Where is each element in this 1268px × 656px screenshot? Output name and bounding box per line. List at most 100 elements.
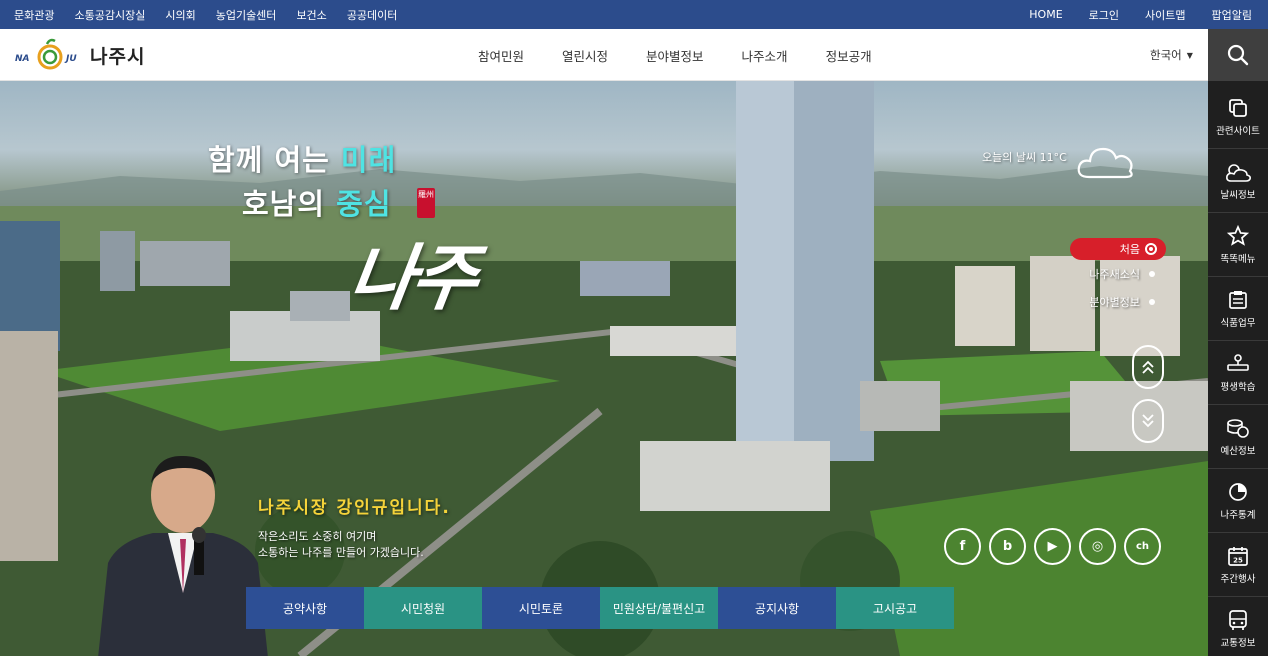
logo-emblem-icon: NA JU: [14, 37, 86, 73]
hero-visual: 함께 여는 미래 호남의 중심 羅州 나주 오늘의 날씨 11°C 처음 나주새…: [0, 81, 1208, 656]
kakao-icon[interactable]: ch: [1124, 528, 1161, 565]
sitemap-link[interactable]: 사이트맵: [1145, 7, 1185, 23]
sns-links: f b ▶ ◎ ch: [944, 528, 1161, 565]
nav-open-government[interactable]: 열린시정: [562, 46, 608, 65]
copy-icon: [1229, 98, 1247, 117]
clipboard-icon: [1229, 290, 1247, 309]
language-select[interactable]: 한국어 ▼: [1150, 29, 1193, 81]
site-logo[interactable]: NA JU 나주시: [14, 34, 145, 76]
slide-nav-first[interactable]: 처음: [1070, 238, 1166, 260]
calendar-icon: 25: [1228, 546, 1248, 566]
mayor-title: 나주시장 강인규입니다.: [258, 498, 451, 518]
quick-pledges[interactable]: 공약사항: [246, 587, 364, 629]
instagram-icon[interactable]: ◎: [1079, 528, 1116, 565]
facebook-icon[interactable]: f: [944, 528, 981, 565]
logo-ju-text: JU: [64, 54, 77, 64]
slogan-1-highlight: 미래: [340, 143, 397, 177]
sidebar-statistics[interactable]: 나주통계: [1208, 469, 1268, 533]
double-chevron-down-icon: [1142, 414, 1154, 428]
pie-chart-icon: [1229, 482, 1247, 501]
slide-nav-news-label: 나주새소식: [1089, 268, 1140, 281]
naju-calligraphy: 나주: [343, 235, 480, 320]
double-chevron-up-icon: [1142, 360, 1154, 374]
sidebar-food-service[interactable]: 식품업무: [1208, 277, 1268, 341]
sidebar-label: 평생학습: [1220, 381, 1256, 393]
learning-icon: [1227, 353, 1249, 371]
sidebar-label: 관련사이트: [1216, 125, 1260, 137]
coins-icon: [1227, 418, 1249, 438]
quick-notices[interactable]: 공지사항: [718, 587, 836, 629]
login-link[interactable]: 로그인: [1089, 7, 1119, 23]
sidebar-label: 똑똑메뉴: [1220, 253, 1256, 265]
nav-field-info[interactable]: 분야별정보: [646, 46, 704, 65]
sidebar-budget[interactable]: 예산정보: [1208, 405, 1268, 469]
nav-participation[interactable]: 참여민원: [478, 46, 524, 65]
sidebar-label: 식품업무: [1220, 317, 1256, 329]
slide-nav-first-label: 처음: [1119, 243, 1140, 256]
sidebar-label: 날씨정보: [1220, 189, 1256, 201]
utility-links: HOME 로그인 사이트맵 팝업알림: [1029, 0, 1268, 29]
quick-menu: 공약사항 시민청원 시민토론 민원상담/불편신고 공지사항 고시공고: [246, 587, 954, 629]
link-public-data[interactable]: 공공데이터: [347, 7, 398, 23]
search-button[interactable]: [1208, 29, 1268, 81]
slogan-2-highlight: 중심: [336, 187, 392, 221]
slogan-line-1: 함께 여는 미래: [208, 137, 396, 179]
sidebar-smart-menu[interactable]: 똑똑메뉴: [1208, 213, 1268, 277]
quick-complaint[interactable]: 민원상담/불편신고: [600, 587, 718, 629]
slide-nav-field-info[interactable]: 분야별정보: [1070, 288, 1168, 316]
mayor-message-line-1: 작은소리도 소중히 여기며: [258, 530, 377, 543]
star-icon: [1227, 224, 1249, 246]
quick-petition[interactable]: 시민청원: [364, 587, 482, 629]
cloud-icon: [1077, 147, 1133, 179]
language-label: 한국어: [1150, 48, 1182, 62]
sidebar-related-sites[interactable]: 관련사이트: [1208, 85, 1268, 149]
bus-icon: [1229, 609, 1247, 630]
sidebar-label: 교통정보: [1220, 637, 1256, 649]
mayor-message-line-2: 소통하는 나주를 만들어 가겠습니다.: [258, 546, 424, 559]
calendar-day: 25: [1233, 556, 1243, 564]
main-header: NA JU 나주시 참여민원 열린시정 분야별정보 나주소개 정보공개 한국어 …: [0, 29, 1208, 81]
scroll-down-button[interactable]: [1132, 399, 1164, 443]
slide-navigation: 처음 나주새소식 분야별정보: [1070, 238, 1168, 316]
top-utility-bar: 문화관광 소통공감시장실 시의회 농업기술센터 보건소 공공데이터 HOME 로…: [0, 0, 1268, 29]
nav-about-naju[interactable]: 나주소개: [742, 46, 788, 65]
quick-announcements[interactable]: 고시공고: [836, 587, 954, 629]
mayor-message: 작은소리도 소중히 여기며 소통하는 나주를 만들어 가겠습니다.: [258, 529, 424, 561]
mayor-photo: [98, 455, 268, 656]
slogan-1-text: 함께 여는: [208, 143, 341, 177]
slogan-2-text: 호남의: [242, 187, 337, 221]
nav-info-disclosure[interactable]: 정보공개: [826, 46, 872, 65]
radio-dot-icon: [1145, 243, 1157, 255]
caret-down-icon: ▼: [1186, 50, 1193, 60]
link-culture-tour[interactable]: 문화관광: [14, 7, 54, 23]
sidebar-label: 예산정보: [1220, 445, 1256, 457]
scroll-up-button[interactable]: [1132, 345, 1164, 389]
logo-na-text: NA: [15, 54, 30, 64]
search-icon: [1227, 44, 1249, 66]
logo-text: 나주시: [90, 45, 146, 68]
blog-icon[interactable]: b: [989, 528, 1026, 565]
sidebar-label: 주간행사: [1220, 573, 1256, 585]
quick-discussion[interactable]: 시민토론: [482, 587, 600, 629]
sidebar-lifelong-learning[interactable]: 평생학습: [1208, 341, 1268, 405]
popup-alert-link[interactable]: 팝업알림: [1212, 7, 1252, 23]
main-navigation: 참여민원 열린시정 분야별정보 나주소개 정보공개: [478, 29, 910, 81]
sidebar-label: 나주통계: [1220, 509, 1256, 521]
youtube-icon[interactable]: ▶: [1034, 528, 1071, 565]
slide-nav-news[interactable]: 나주새소식: [1070, 260, 1168, 288]
slide-nav-field-label: 분야별정보: [1089, 296, 1140, 309]
sun-cloud-icon: [1226, 163, 1251, 182]
sidebar-weather[interactable]: 날씨정보: [1208, 149, 1268, 213]
sidebar-weekly-events[interactable]: 25 주간행사: [1208, 533, 1268, 597]
link-city-council[interactable]: 시의회: [165, 7, 195, 23]
link-mayor-office[interactable]: 소통공감시장실: [74, 7, 145, 23]
weather-text: 오늘의 날씨 11°C: [982, 151, 1067, 164]
link-health-center[interactable]: 보건소: [296, 7, 326, 23]
sidebar-traffic[interactable]: 교통정보: [1208, 597, 1268, 656]
related-links: 문화관광 소통공감시장실 시의회 농업기술센터 보건소 공공데이터: [14, 0, 397, 29]
right-sidebar: 관련사이트 날씨정보 똑똑메뉴 식품업무 평생학습 예산정보 나주통계 25 주…: [1208, 81, 1268, 656]
link-agri-center[interactable]: 농업기술센터: [216, 7, 277, 23]
home-link[interactable]: HOME: [1029, 8, 1062, 21]
slogan-line-2: 호남의 중심: [242, 181, 392, 223]
naju-seal: 羅州: [417, 188, 435, 218]
